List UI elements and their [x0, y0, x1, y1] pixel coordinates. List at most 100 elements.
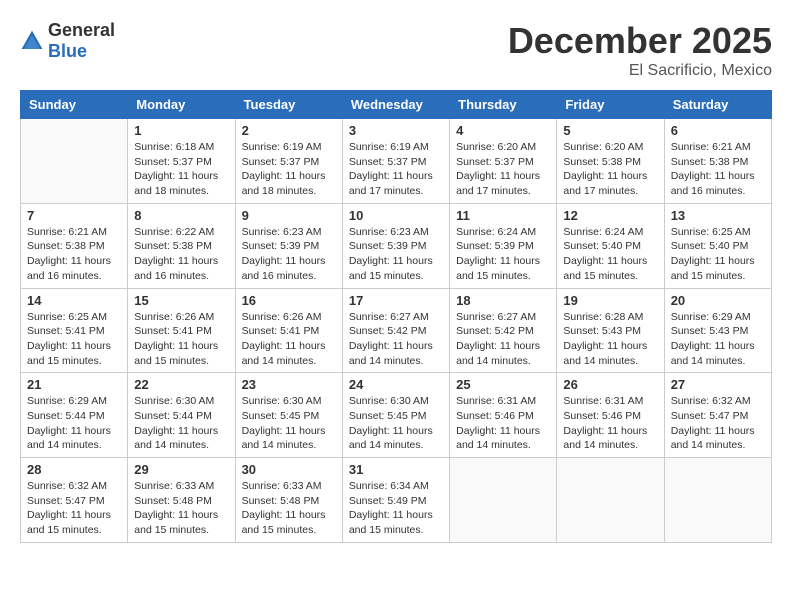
day-number: 25: [456, 377, 550, 392]
day-info: Sunrise: 6:20 AM Sunset: 5:38 PM Dayligh…: [563, 140, 657, 199]
calendar-cell: 1 Sunrise: 6:18 AM Sunset: 5:37 PM Daylig…: [128, 119, 235, 204]
calendar-cell: 2 Sunrise: 6:19 AM Sunset: 5:37 PM Daylig…: [235, 119, 342, 204]
calendar-cell: 5 Sunrise: 6:20 AM Sunset: 5:38 PM Daylig…: [557, 119, 664, 204]
day-number: 11: [456, 208, 550, 223]
day-number: 5: [563, 123, 657, 138]
day-info: Sunrise: 6:27 AM Sunset: 5:42 PM Dayligh…: [456, 310, 550, 369]
day-number: 18: [456, 293, 550, 308]
calendar-cell: 29Sunrise: 6:33 AM Sunset: 5:48 PM Dayli…: [128, 458, 235, 543]
calendar-cell: [450, 458, 557, 543]
calendar-cell: 4 Sunrise: 6:20 AM Sunset: 5:37 PM Daylig…: [450, 119, 557, 204]
day-info: Sunrise: 6:29 AM Sunset: 5:44 PM Dayligh…: [27, 394, 121, 453]
day-info: Sunrise: 6:20 AM Sunset: 5:37 PM Dayligh…: [456, 140, 550, 199]
day-number: 22: [134, 377, 228, 392]
day-number: 26: [563, 377, 657, 392]
day-number: 2: [242, 123, 336, 138]
day-number: 24: [349, 377, 443, 392]
calendar-cell: 27Sunrise: 6:32 AM Sunset: 5:47 PM Dayli…: [664, 373, 771, 458]
day-info: Sunrise: 6:27 AM Sunset: 5:42 PM Dayligh…: [349, 310, 443, 369]
day-number: 21: [27, 377, 121, 392]
day-info: Sunrise: 6:26 AM Sunset: 5:41 PM Dayligh…: [134, 310, 228, 369]
calendar-header-friday: Friday: [557, 91, 664, 119]
month-title: December 2025: [508, 20, 772, 62]
day-info: Sunrise: 6:31 AM Sunset: 5:46 PM Dayligh…: [563, 394, 657, 453]
day-info: Sunrise: 6:24 AM Sunset: 5:39 PM Dayligh…: [456, 225, 550, 284]
calendar-cell: [557, 458, 664, 543]
calendar-header-wednesday: Wednesday: [342, 91, 449, 119]
calendar-cell: 28Sunrise: 6:32 AM Sunset: 5:47 PM Dayli…: [21, 458, 128, 543]
day-number: 15: [134, 293, 228, 308]
day-number: 20: [671, 293, 765, 308]
day-info: Sunrise: 6:33 AM Sunset: 5:48 PM Dayligh…: [242, 479, 336, 538]
calendar-cell: 25 Sunrise: 6:31 AM Sunset: 5:46 PM Dayli…: [450, 373, 557, 458]
day-number: 16: [242, 293, 336, 308]
calendar-cell: 3 Sunrise: 6:19 AM Sunset: 5:37 PM Daylig…: [342, 119, 449, 204]
logo-icon: [20, 29, 44, 53]
day-info: Sunrise: 6:30 AM Sunset: 5:45 PM Dayligh…: [349, 394, 443, 453]
calendar-header-saturday: Saturday: [664, 91, 771, 119]
calendar-cell: 15 Sunrise: 6:26 AM Sunset: 5:41 PM Dayli…: [128, 288, 235, 373]
day-number: 17: [349, 293, 443, 308]
location-title: El Sacrificio, Mexico: [508, 62, 772, 80]
day-number: 13: [671, 208, 765, 223]
logo-general: General: [48, 20, 115, 40]
calendar-cell: [21, 119, 128, 204]
calendar-cell: 17 Sunrise: 6:27 AM Sunset: 5:42 PM Dayli…: [342, 288, 449, 373]
day-info: Sunrise: 6:34 AM Sunset: 5:49 PM Dayligh…: [349, 479, 443, 538]
day-info: Sunrise: 6:29 AM Sunset: 5:43 PM Dayligh…: [671, 310, 765, 369]
day-info: Sunrise: 6:32 AM Sunset: 5:47 PM Dayligh…: [27, 479, 121, 538]
calendar-header-sunday: Sunday: [21, 91, 128, 119]
day-info: Sunrise: 6:18 AM Sunset: 5:37 PM Dayligh…: [134, 140, 228, 199]
day-info: Sunrise: 6:23 AM Sunset: 5:39 PM Dayligh…: [242, 225, 336, 284]
calendar-header-thursday: Thursday: [450, 91, 557, 119]
day-info: Sunrise: 6:25 AM Sunset: 5:41 PM Dayligh…: [27, 310, 121, 369]
calendar-week-2: 7Sunrise: 6:21 AM Sunset: 5:38 PM Daylig…: [21, 203, 772, 288]
calendar-table: SundayMondayTuesdayWednesdayThursdayFrid…: [20, 90, 772, 543]
calendar-cell: 12 Sunrise: 6:24 AM Sunset: 5:40 PM Dayli…: [557, 203, 664, 288]
calendar-cell: 10Sunrise: 6:23 AM Sunset: 5:39 PM Dayli…: [342, 203, 449, 288]
day-number: 7: [27, 208, 121, 223]
day-number: 31: [349, 462, 443, 477]
calendar-cell: 30 Sunrise: 6:33 AM Sunset: 5:48 PM Dayli…: [235, 458, 342, 543]
day-number: 12: [563, 208, 657, 223]
calendar-cell: 8 Sunrise: 6:22 AM Sunset: 5:38 PM Daylig…: [128, 203, 235, 288]
calendar-cell: 23Sunrise: 6:30 AM Sunset: 5:45 PM Dayli…: [235, 373, 342, 458]
calendar-cell: 14 Sunrise: 6:25 AM Sunset: 5:41 PM Dayli…: [21, 288, 128, 373]
calendar-cell: 19Sunrise: 6:28 AM Sunset: 5:43 PM Dayli…: [557, 288, 664, 373]
day-number: 1: [134, 123, 228, 138]
day-number: 30: [242, 462, 336, 477]
calendar-cell: 9Sunrise: 6:23 AM Sunset: 5:39 PM Daylig…: [235, 203, 342, 288]
day-info: Sunrise: 6:24 AM Sunset: 5:40 PM Dayligh…: [563, 225, 657, 284]
day-number: 3: [349, 123, 443, 138]
day-info: Sunrise: 6:28 AM Sunset: 5:43 PM Dayligh…: [563, 310, 657, 369]
title-block: December 2025 El Sacrificio, Mexico: [508, 20, 772, 80]
calendar-cell: 21 Sunrise: 6:29 AM Sunset: 5:44 PM Dayli…: [21, 373, 128, 458]
logo-blue: Blue: [48, 41, 87, 61]
day-number: 23: [242, 377, 336, 392]
calendar-week-1: 1 Sunrise: 6:18 AM Sunset: 5:37 PM Daylig…: [21, 119, 772, 204]
day-number: 29: [134, 462, 228, 477]
calendar-cell: 6Sunrise: 6:21 AM Sunset: 5:38 PM Daylig…: [664, 119, 771, 204]
day-number: 14: [27, 293, 121, 308]
calendar-week-3: 14 Sunrise: 6:25 AM Sunset: 5:41 PM Dayli…: [21, 288, 772, 373]
page-header: General Blue December 2025 El Sacrificio…: [20, 20, 772, 80]
calendar-cell: 31 Sunrise: 6:34 AM Sunset: 5:49 PM Dayli…: [342, 458, 449, 543]
logo: General Blue: [20, 20, 115, 62]
calendar-cell: 18 Sunrise: 6:27 AM Sunset: 5:42 PM Dayli…: [450, 288, 557, 373]
calendar-cell: 16Sunrise: 6:26 AM Sunset: 5:41 PM Dayli…: [235, 288, 342, 373]
day-info: Sunrise: 6:31 AM Sunset: 5:46 PM Dayligh…: [456, 394, 550, 453]
day-info: Sunrise: 6:22 AM Sunset: 5:38 PM Dayligh…: [134, 225, 228, 284]
day-info: Sunrise: 6:19 AM Sunset: 5:37 PM Dayligh…: [349, 140, 443, 199]
calendar-cell: 11 Sunrise: 6:24 AM Sunset: 5:39 PM Dayli…: [450, 203, 557, 288]
day-number: 4: [456, 123, 550, 138]
calendar-cell: 7Sunrise: 6:21 AM Sunset: 5:38 PM Daylig…: [21, 203, 128, 288]
day-number: 8: [134, 208, 228, 223]
day-info: Sunrise: 6:19 AM Sunset: 5:37 PM Dayligh…: [242, 140, 336, 199]
calendar-header-tuesday: Tuesday: [235, 91, 342, 119]
calendar-week-5: 28Sunrise: 6:32 AM Sunset: 5:47 PM Dayli…: [21, 458, 772, 543]
day-number: 27: [671, 377, 765, 392]
calendar-cell: 20 Sunrise: 6:29 AM Sunset: 5:43 PM Dayli…: [664, 288, 771, 373]
calendar-cell: 22 Sunrise: 6:30 AM Sunset: 5:44 PM Dayli…: [128, 373, 235, 458]
calendar-header-row: SundayMondayTuesdayWednesdayThursdayFrid…: [21, 91, 772, 119]
day-info: Sunrise: 6:30 AM Sunset: 5:44 PM Dayligh…: [134, 394, 228, 453]
